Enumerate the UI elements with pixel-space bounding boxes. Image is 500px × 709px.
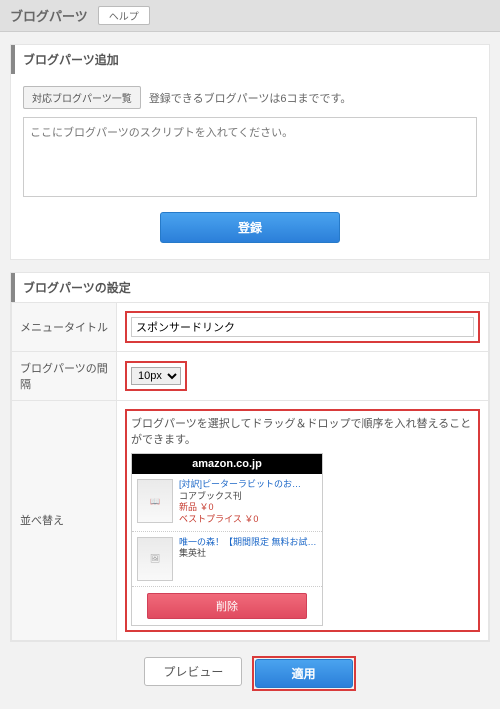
page-header: ブログパーツ ヘルプ bbox=[0, 0, 500, 32]
add-blogparts-section: ブログパーツ追加 対応ブログパーツ一覧 登録できるブログパーツは6コまでです。 … bbox=[10, 44, 490, 260]
limit-hint: 登録できるブログパーツは6コまでです。 bbox=[149, 90, 352, 106]
row-gap: ブログパーツの間隔 10px bbox=[12, 352, 489, 401]
label-gap: ブログパーツの間隔 bbox=[12, 352, 117, 401]
item-price1: 新品 ￥0 bbox=[179, 502, 301, 514]
script-textarea[interactable] bbox=[23, 117, 477, 197]
preview-button[interactable]: プレビュー bbox=[144, 657, 242, 686]
footer-button-row: プレビュー 適用 bbox=[0, 642, 500, 709]
item-title[interactable]: 唯一の森！【期間限定 無料お試… bbox=[179, 537, 317, 549]
highlight-apply: 適用 bbox=[252, 656, 356, 691]
sort-description: ブログパーツを選択してドラッグ＆ドロップで順序を入れ替えることができます。 bbox=[131, 415, 474, 447]
apply-button[interactable]: 適用 bbox=[255, 659, 353, 688]
supported-parts-list-button[interactable]: 対応ブログパーツ一覧 bbox=[23, 86, 141, 109]
label-sort: 並べ替え bbox=[12, 401, 117, 641]
menu-title-input[interactable] bbox=[131, 317, 474, 337]
product-thumb-icon: 🖼 bbox=[137, 537, 173, 581]
help-button[interactable]: ヘルプ bbox=[98, 6, 150, 25]
highlight-sort: ブログパーツを選択してドラッグ＆ドロップで順序を入れ替えることができます。 am… bbox=[125, 409, 480, 632]
highlight-menu-title bbox=[125, 311, 480, 343]
highlight-gap: 10px bbox=[125, 361, 187, 391]
add-section-title: ブログパーツ追加 bbox=[11, 45, 489, 74]
item-title[interactable]: [対訳]ピーターラビットのお… bbox=[179, 479, 301, 491]
register-button[interactable]: 登録 bbox=[160, 212, 340, 243]
item-price2: ベストプライス ￥0 bbox=[179, 514, 301, 526]
settings-section-title: ブログパーツの設定 bbox=[11, 273, 489, 302]
row-sort: 並べ替え ブログパーツを選択してドラッグ＆ドロップで順序を入れ替えることができま… bbox=[12, 401, 489, 641]
product-thumb-icon: 📖 bbox=[137, 479, 173, 523]
amazon-widget[interactable]: amazon.co.jp 📖 [対訳]ピーターラビットのお… コアブックス刊 新… bbox=[131, 453, 323, 626]
list-item: 🖼 唯一の森！【期間限定 無料お試… 集英社 bbox=[132, 532, 322, 587]
page-title: ブログパーツ bbox=[10, 6, 88, 25]
list-item: 📖 [対訳]ピーターラビットのお… コアブックス刊 新品 ￥0 ベストプライス … bbox=[132, 474, 322, 532]
item-maker: 集英社 bbox=[179, 548, 317, 560]
settings-section: ブログパーツの設定 メニュータイトル ブログパーツの間隔 10px bbox=[10, 272, 490, 642]
widget-header: amazon.co.jp bbox=[132, 454, 322, 474]
gap-select[interactable]: 10px bbox=[131, 367, 181, 385]
label-menu-title: メニュータイトル bbox=[12, 303, 117, 352]
row-menu-title: メニュータイトル bbox=[12, 303, 489, 352]
delete-button[interactable]: 削除 bbox=[147, 593, 307, 619]
item-maker: コアブックス刊 bbox=[179, 491, 301, 503]
